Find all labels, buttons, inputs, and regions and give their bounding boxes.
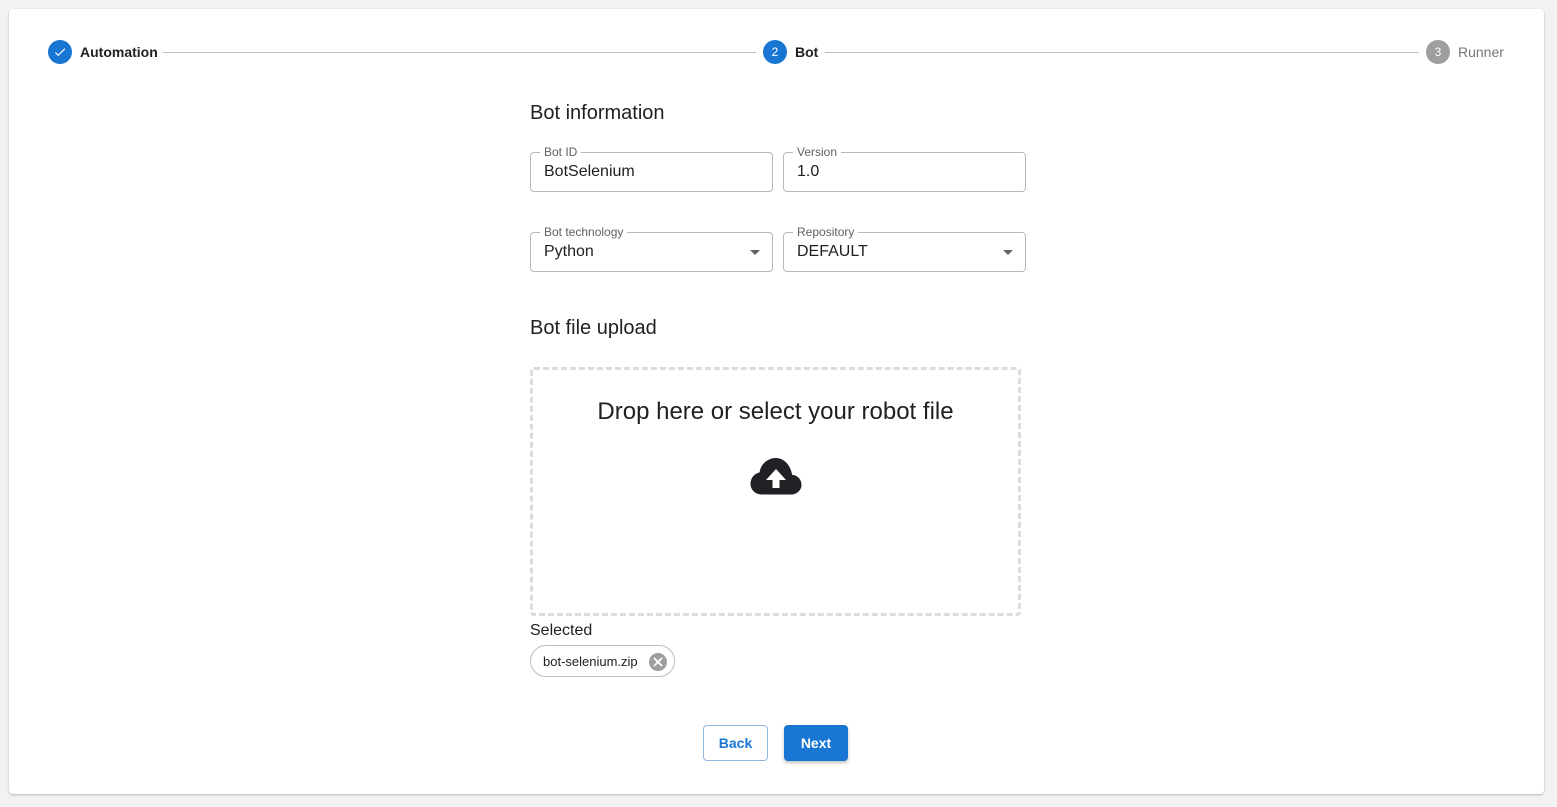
repository-select[interactable]: Repository DEFAULT bbox=[783, 225, 1026, 272]
version-label: Version bbox=[793, 145, 842, 159]
step-number-bot: 2 bbox=[763, 40, 787, 64]
step-label-automation: Automation bbox=[80, 44, 158, 60]
bot-technology-value: Python bbox=[544, 243, 594, 260]
step-number-runner: 3 bbox=[1426, 40, 1450, 64]
step-runner[interactable]: 3 Runner bbox=[1426, 40, 1504, 64]
check-icon bbox=[48, 40, 72, 64]
wizard-card: Automation 2 Bot 3 Runner Bot informatio… bbox=[9, 9, 1544, 794]
back-button[interactable]: Back bbox=[703, 725, 768, 761]
bot-id-label: Bot ID bbox=[540, 145, 582, 159]
bot-technology-label: Bot technology bbox=[540, 225, 628, 239]
version-field[interactable]: Version 1.0 bbox=[783, 145, 1026, 192]
bot-file-upload-title: Bot file upload bbox=[530, 317, 657, 339]
selected-label: Selected bbox=[530, 622, 593, 639]
step-connector bbox=[825, 52, 1419, 53]
file-dropzone[interactable]: Drop here or select your robot file bbox=[530, 367, 1021, 616]
selected-file-name: bot-selenium.zip bbox=[543, 653, 638, 669]
stepper: Automation 2 Bot 3 Runner bbox=[9, 9, 1544, 99]
step-connector bbox=[163, 52, 756, 53]
close-icon[interactable] bbox=[649, 653, 667, 671]
chevron-down-icon bbox=[750, 250, 760, 255]
chevron-down-icon bbox=[1003, 250, 1013, 255]
step-label-bot: Bot bbox=[795, 44, 819, 60]
bot-technology-select[interactable]: Bot technology Python bbox=[530, 225, 773, 272]
repository-value: DEFAULT bbox=[797, 243, 868, 260]
step-bot[interactable]: 2 Bot bbox=[763, 40, 818, 64]
selected-file-chip: bot-selenium.zip bbox=[530, 645, 675, 677]
bot-id-field[interactable]: Bot ID BotSelenium bbox=[530, 145, 773, 192]
version-input[interactable]: 1.0 bbox=[797, 163, 997, 181]
bot-id-input[interactable]: BotSelenium bbox=[544, 163, 744, 181]
dropzone-text: Drop here or select your robot file bbox=[597, 398, 954, 425]
repository-label: Repository bbox=[793, 225, 859, 239]
bot-information-title: Bot information bbox=[530, 102, 665, 124]
step-automation[interactable]: Automation bbox=[48, 40, 158, 64]
cloud-upload-icon bbox=[750, 458, 802, 495]
step-label-runner: Runner bbox=[1458, 44, 1504, 60]
next-button[interactable]: Next bbox=[784, 725, 848, 761]
